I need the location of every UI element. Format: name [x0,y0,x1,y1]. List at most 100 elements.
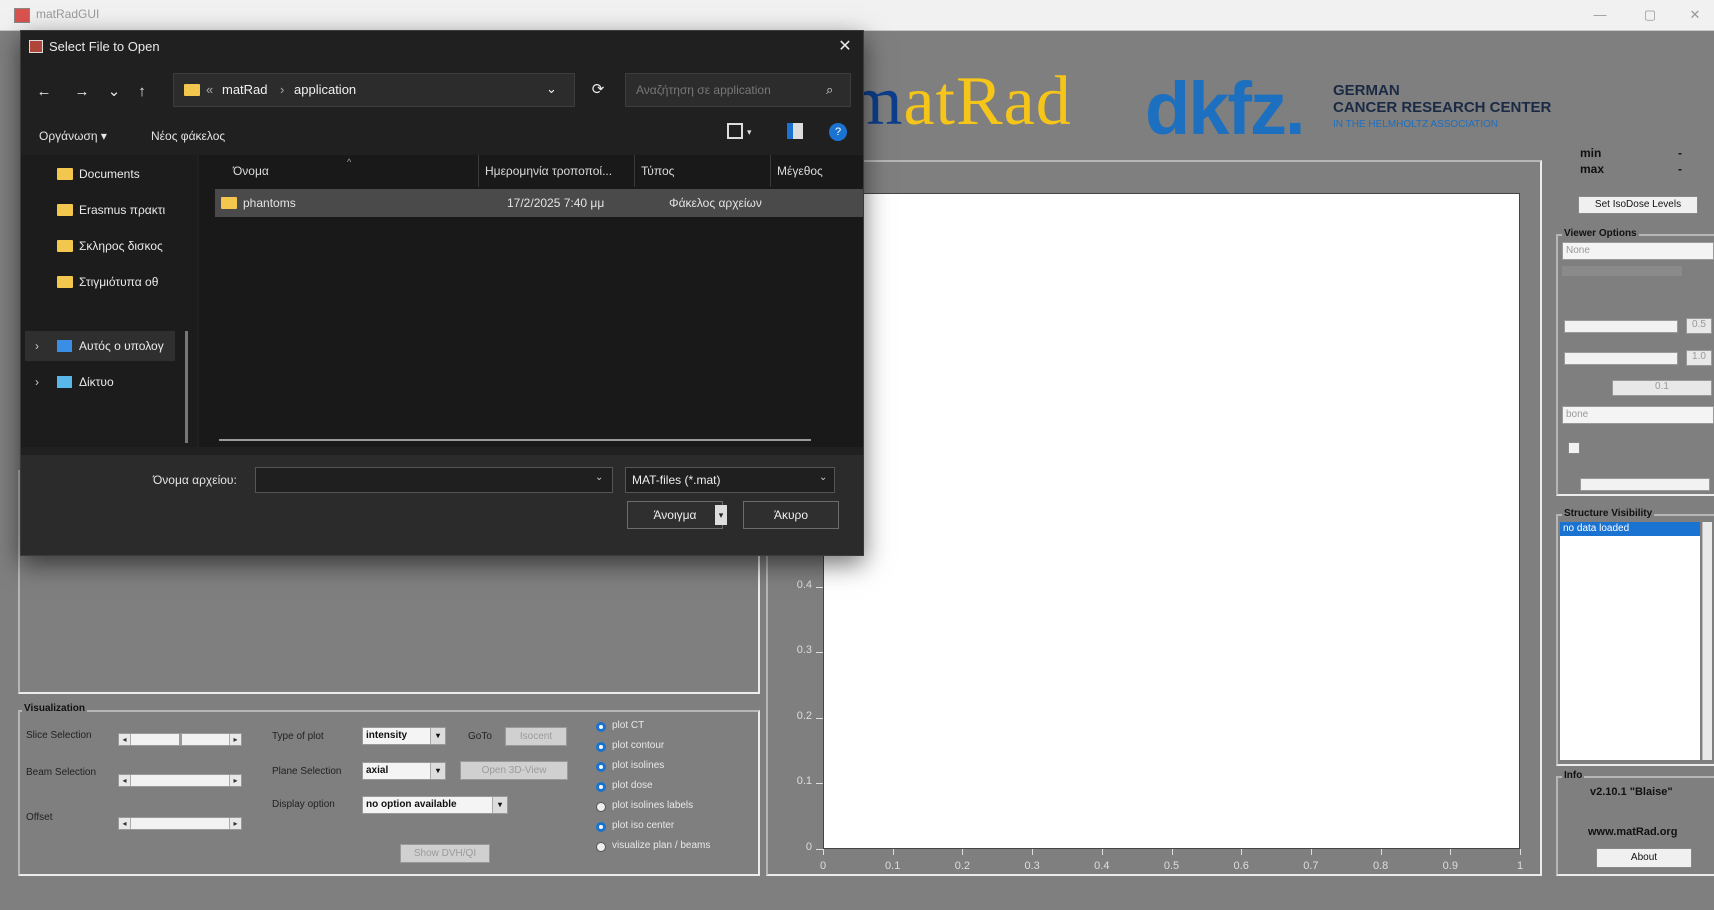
radio-icon[interactable] [596,782,606,792]
radio-icon[interactable] [596,722,606,732]
structure-list[interactable] [1560,522,1700,760]
breadcrumb-application[interactable]: application [294,82,356,97]
x-tick-mark [962,849,964,855]
chevron-down-icon[interactable]: ⌄ [595,472,603,483]
sidebar-item-label: Documents [79,167,140,181]
set-isodose-levels-button[interactable]: Set IsoDose Levels [1578,196,1698,214]
type-of-plot-dropdown[interactable]: intensity ▾ [362,727,446,745]
column-type[interactable]: Τύπος [635,155,771,187]
x-tick-label: 0.2 [954,860,971,872]
breadcrumb-overflow[interactable]: « [206,82,213,97]
slice-selection-slider[interactable]: ◂ ▸ [118,733,242,746]
table-row[interactable]: phantoms 17/2/2025 7:40 μμ Φάκελος αρχεί… [215,189,863,217]
radio-icon[interactable] [596,822,606,832]
x-tick-mark [1032,849,1034,855]
sidebar-tree-item-0[interactable]: › Αυτός ο υπολογ [25,331,175,361]
column-date[interactable]: Ημερομηνία τροποποί... [479,155,635,187]
radio-icon[interactable] [596,742,606,752]
sidebar-item-3[interactable]: Στιγμιότυπα οθ [21,267,197,297]
forward-arrow-icon[interactable]: → [69,79,95,105]
radio-icon[interactable] [596,762,606,772]
type-of-plot-value: intensity [366,730,408,741]
recent-locations-icon[interactable]: ⌄ [101,79,127,105]
website-text[interactable]: www.matRad.org [1588,826,1677,838]
minimize-button[interactable]: — [1585,4,1615,26]
min-value: - [1678,146,1682,160]
open-options-dropdown-icon[interactable]: ▾ [715,505,727,525]
viewer-checkbox[interactable] [1568,442,1580,454]
sidebar-item-0[interactable]: Documents [21,159,197,189]
help-icon[interactable]: ? [829,123,847,141]
structure-list-scrollbar[interactable] [1702,522,1712,760]
matlab-app-icon [29,40,43,53]
sidebar-item-1[interactable]: Erasmus πρακτι [21,195,197,225]
maximize-button[interactable]: ▢ [1635,4,1665,26]
breadcrumb-matrad[interactable]: matRad [222,82,268,97]
address-bar[interactable]: « matRad › application ⌄ [173,73,575,107]
new-folder-button[interactable]: Νέος φάκελος [151,129,225,143]
structure-list-item[interactable]: no data loaded [1560,522,1700,536]
isocenter-button[interactable]: Isocent [505,727,567,746]
viewer-value-1[interactable]: 0.5 [1686,318,1712,334]
open-button-label: Άνοιγμα [653,508,697,522]
search-field[interactable]: Αναζήτηση σε application ⌕ [625,73,851,107]
slider-right-icon[interactable]: ▸ [229,734,241,745]
slider-thumb[interactable] [179,734,182,745]
sidebar-tree-item-1[interactable]: › Δίκτυο [21,367,197,397]
plot-option-label: plot CT [612,720,645,731]
y-tick-label: 0 [805,841,812,853]
preview-pane-icon[interactable] [787,123,803,139]
horizontal-scrollbar[interactable] [219,439,811,441]
file-type-filter[interactable]: MAT-files (*.mat) [625,467,835,493]
column-name[interactable]: Όνομα [199,155,479,187]
plot-axes[interactable] [823,193,1520,849]
radio-icon[interactable] [596,802,606,812]
sidebar-item-2[interactable]: Σκληρος δισκος [21,231,197,261]
slider-left-icon[interactable]: ◂ [119,775,131,786]
offset-label: Offset [26,812,53,823]
viewer-value-3[interactable]: 0.1 [1612,380,1712,396]
info-title: Info [1562,770,1585,781]
plane-selection-dropdown[interactable]: axial ▾ [362,762,446,780]
viewer-type-dropdown[interactable]: None [1562,242,1714,260]
dialog-close-button[interactable]: ✕ [833,35,857,59]
up-arrow-icon[interactable]: ↑ [129,79,155,105]
x-tick-label: 0.1 [885,860,901,872]
slider-left-icon[interactable]: ◂ [119,818,131,829]
address-dropdown-icon[interactable]: ⌄ [546,81,557,97]
viewer-slider-3[interactable] [1580,478,1710,491]
x-tick-mark [1310,849,1312,855]
chevron-right-icon[interactable]: › [35,331,39,361]
slider-right-icon[interactable]: ▸ [229,818,241,829]
open-button[interactable]: Άνοιγμα [627,501,723,529]
display-option-dropdown[interactable]: no option available ▾ [362,796,508,814]
slider-right-icon[interactable]: ▸ [229,775,241,786]
file-list[interactable]: Όνομα ^ Ημερομηνία τροποποί... Τύπος Μέγ… [199,155,863,447]
viewer-slider-1[interactable] [1564,320,1678,333]
view-mode-icon[interactable] [727,123,743,139]
view-dropdown-icon[interactable]: ▾ [747,127,752,138]
close-window-button[interactable]: ✕ [1680,4,1710,26]
about-button[interactable]: About [1596,848,1692,868]
x-tick-label: 0.9 [1442,860,1458,872]
x-tick-label: 0.7 [1303,860,1319,872]
radio-icon[interactable] [596,842,606,852]
filename-input[interactable] [255,467,613,493]
folder-icon [184,84,200,96]
viewer-value-2[interactable]: 1.0 [1686,350,1712,366]
organize-menu[interactable]: Οργάνωση ▾ [39,129,107,143]
open-3d-view-button[interactable]: Open 3D-View [460,761,568,780]
chevron-right-icon[interactable]: › [35,367,39,397]
offset-slider[interactable]: ◂ ▸ [118,817,242,830]
y-tick-mark [816,586,823,588]
cancel-button[interactable]: Άκυρο [743,501,839,529]
sidebar-scrollbar[interactable] [185,331,188,443]
beam-selection-slider[interactable]: ◂ ▸ [118,774,242,787]
colormap-dropdown[interactable]: bone [1562,406,1714,424]
back-arrow-icon[interactable]: ← [31,79,57,105]
slider-left-icon[interactable]: ◂ [119,734,131,745]
viewer-slider-2[interactable] [1564,352,1678,365]
show-dvh-button[interactable]: Show DVH/QI [400,844,490,863]
column-size[interactable]: Μέγεθος [771,155,863,187]
refresh-icon[interactable]: ⟳ [585,77,611,103]
